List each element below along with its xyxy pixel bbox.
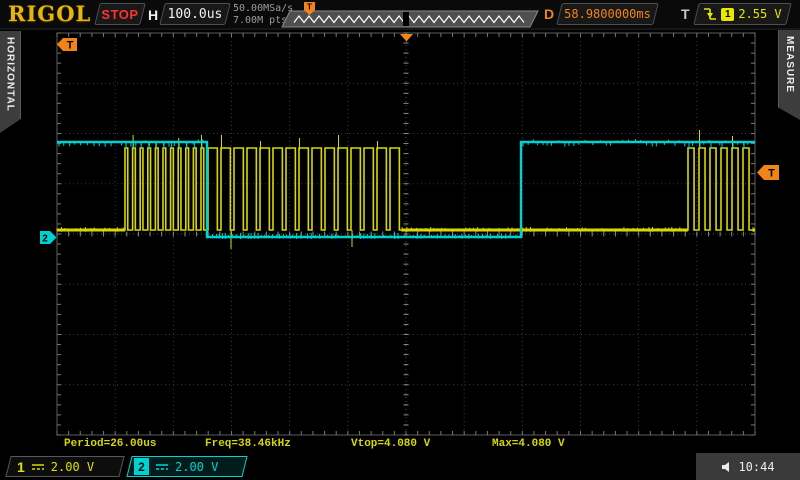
trigger-delay-marker[interactable] <box>400 34 413 42</box>
channel1-box[interactable]: 1 2.00 V <box>5 456 124 477</box>
speaker-icon <box>721 461 733 473</box>
channel2-box[interactable]: 2 2.00 V <box>126 456 247 477</box>
channel2-position-marker[interactable] <box>40 231 57 244</box>
rigol-logo: RIGOL <box>8 1 91 26</box>
channel1-number: 1 <box>17 459 25 475</box>
top-status-bar: RIGOL STOP H 100.0us 50.00MSa/s 7.00M pt… <box>0 0 800 30</box>
svg-text:2: 2 <box>42 234 48 245</box>
measurement-vtop: Vtop=4.080 V <box>351 438 430 450</box>
waveform-display: T T 2 <box>0 0 800 480</box>
memory-bar-frame <box>282 11 538 27</box>
ch2-trace <box>57 142 755 237</box>
tab-measure[interactable]: MEASURE <box>778 30 800 120</box>
tab-horizontal[interactable]: HORIZONTAL <box>0 31 21 133</box>
clock-panel: 10:44 <box>696 453 800 480</box>
svg-text:T: T <box>768 168 775 180</box>
svg-text:T: T <box>307 3 312 12</box>
trigger-level-value: 2.55 V <box>738 7 781 21</box>
channel2-scale: 2.00 V <box>175 460 218 474</box>
dc-coupling-icon <box>32 464 44 470</box>
measurement-max: Max=4.080 V <box>492 438 565 450</box>
trigger-panel[interactable]: 1 2.55 V <box>693 3 791 25</box>
measurement-period: Period=26.00us <box>64 438 156 450</box>
oscilloscope-screen: RIGOL STOP H 100.0us 50.00MSa/s 7.00M pt… <box>0 0 800 480</box>
trigger-level-marker[interactable] <box>757 165 779 180</box>
display-window-marker[interactable] <box>403 12 409 26</box>
delay-value: 58.9800000ms <box>564 7 651 21</box>
trigger-position-marker[interactable] <box>57 38 77 51</box>
run-state-label: STOP <box>101 7 138 22</box>
falling-edge-icon <box>703 6 717 22</box>
delay-panel[interactable]: 58.9800000ms <box>556 3 658 25</box>
measurement-freq: Freq=38.46kHz <box>205 438 291 450</box>
trigger-label: T <box>681 6 690 22</box>
run-state-badge: STOP <box>94 3 145 25</box>
timebase-value: 100.0us <box>168 7 223 22</box>
timebase-panel[interactable]: 100.0us <box>159 3 230 25</box>
ch1-trace <box>57 148 755 230</box>
channel1-scale: 2.00 V <box>51 460 94 474</box>
delay-label: D <box>544 6 554 22</box>
horizontal-label: H <box>148 7 158 23</box>
svg-text:T: T <box>67 40 74 52</box>
memory-position-bar[interactable]: T <box>276 0 540 30</box>
dc-coupling-icon <box>156 464 168 470</box>
clock-time: 10:44 <box>738 460 774 474</box>
tab-measure-label: MEASURE <box>784 30 795 120</box>
trigger-source-badge: 1 <box>721 8 734 21</box>
tab-horizontal-label: HORIZONTAL <box>5 31 16 133</box>
channel2-number-badge: 2 <box>134 458 149 475</box>
